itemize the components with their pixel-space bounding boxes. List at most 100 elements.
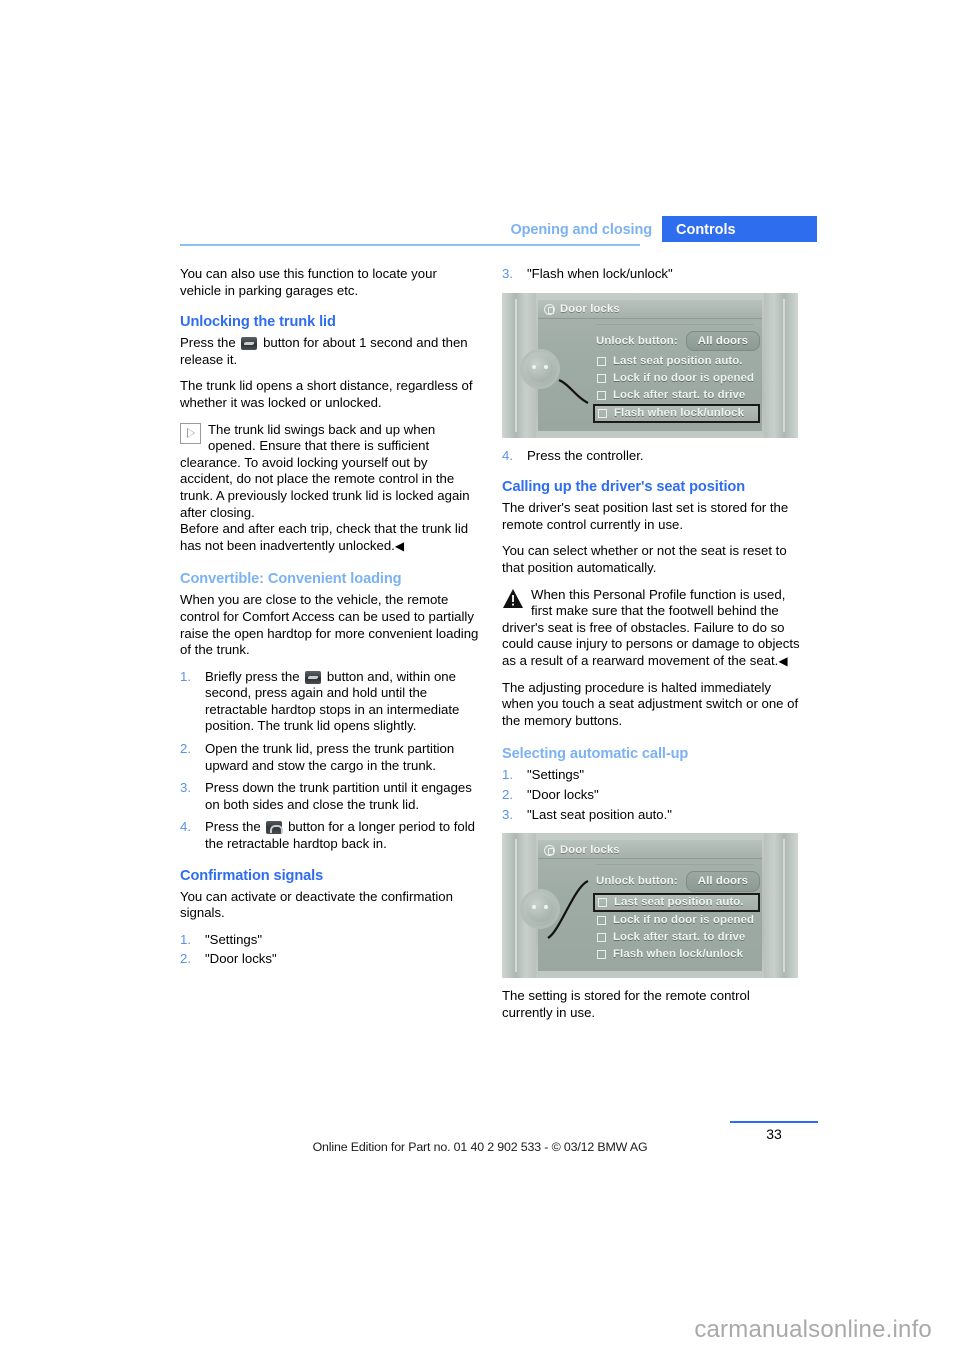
step-text: "Flash when lock/unlock" [527, 266, 673, 281]
unlock-button-row[interactable]: Unlock button: All doors [596, 871, 762, 892]
step-number: 4. [180, 819, 191, 835]
press-trunk-button-paragraph: Press the button for about 1 second and … [180, 335, 480, 368]
step-text-before: Press the [205, 819, 261, 835]
list-item: 2. "Door locks" [502, 787, 802, 804]
idrive-screenshot-door-locks-flash: Door locks Unlock button: All doors Last… [502, 292, 798, 438]
checkbox-icon[interactable] [598, 898, 607, 908]
door-lock-icon [544, 844, 555, 856]
trunk-button-icon [305, 670, 322, 684]
calling-paragraph-3: The adjusting procedure is halted immedi… [502, 679, 799, 728]
menu-divider [596, 864, 754, 866]
checkbox-icon[interactable] [597, 916, 606, 926]
menu-item-label: Flash when lock/unlock [614, 406, 745, 419]
checkbox-icon[interactable] [598, 408, 607, 418]
idrive-title: Door locks [560, 843, 620, 856]
hardtop-button-icon [266, 821, 283, 835]
idrive-controller-knob [518, 887, 562, 931]
note-block-trunk: The trunk lid swings back and up when op… [180, 422, 480, 555]
step-number: 2. [502, 786, 513, 802]
menu-item-flash-when-lock-unlock[interactable]: Flash when lock/unlock [596, 946, 762, 963]
step-text-after: Open the trunk lid, press the trunk part… [205, 741, 455, 773]
list-item: 3. "Flash when lock/unlock" [502, 266, 802, 283]
menu-item-label: Lock after start. to drive [613, 388, 746, 401]
idrive-screen: Door locks Unlock button: All doors Last… [538, 299, 762, 431]
menu-item-flash-when-lock-unlock[interactable]: Flash when lock/unlock [593, 403, 760, 423]
bezel-right [764, 292, 798, 438]
unlock-button-label: Unlock button: [596, 875, 678, 888]
warning-body: When this Personal Profile function is u… [502, 587, 802, 670]
heading-unlocking-trunk-lid: Unlocking the trunk lid [180, 314, 336, 331]
idrive-menu-list: Unlock button: All doors Last seat posit… [538, 862, 762, 971]
step-text: Press the controller. [527, 447, 644, 463]
checkbox-icon[interactable] [597, 373, 606, 383]
list-item: 3. Press down the trunk partition until … [180, 780, 480, 813]
note-icon [180, 422, 201, 444]
header-divider [180, 244, 640, 246]
heading-confirmation-signals: Confirmation signals [180, 867, 324, 884]
menu-item-lock-if-no-door-opened[interactable]: Lock if no door is opened [596, 370, 762, 387]
list-item: 1. "Settings" [502, 767, 802, 784]
step-text-after: Press down the trunk partition until it … [205, 780, 472, 812]
warning-text: When this Personal Profile function is u… [502, 586, 800, 668]
bezel-seam-left [515, 298, 517, 432]
idrive-title-bar: Door locks [538, 299, 762, 319]
warning-block-personal-profile: When this Personal Profile function is u… [502, 587, 802, 670]
checkbox-icon[interactable] [597, 356, 606, 366]
menu-item-label: Lock if no door is opened [613, 371, 755, 384]
note-body: The trunk lid swings back and up when op… [180, 422, 480, 555]
checkbox-icon[interactable] [597, 933, 606, 943]
list-item: 4. Press the controller. [502, 448, 802, 465]
menu-item-label: Flash when lock/unlock [613, 948, 744, 961]
confirmation-intro-paragraph: You can activate or deactivate the confi… [180, 888, 453, 921]
heading-convertible-convenient-loading: Convertible: Convenient loading [180, 571, 402, 588]
idrive-title-bar: Door locks [538, 840, 762, 860]
page-header: Opening and closing Controls [180, 216, 817, 246]
calling-paragraph-2: You can select whether or not the seat i… [502, 543, 787, 575]
unlock-button-value[interactable]: All doors [685, 871, 761, 892]
note-text: The trunk lid swings back and up when op… [180, 421, 470, 520]
list-item: 2. Open the trunk lid, press the trunk p… [180, 741, 480, 774]
step-text: "Door locks" [205, 951, 277, 967]
idrive-title: Door locks [560, 303, 620, 316]
step-number: 3. [180, 780, 191, 796]
menu-item-last-seat-position[interactable]: Last seat position auto. [593, 893, 760, 913]
press-button-prefix: Press the [180, 335, 236, 351]
menu-item-lock-after-start[interactable]: Lock after start. to drive [596, 929, 762, 946]
step-text: "Last seat position auto." [527, 806, 672, 822]
selecting-steps-list: 1. "Settings" 2. "Door locks" 3. "Last s… [502, 767, 802, 823]
bezel-seam-right [783, 839, 785, 973]
list-item: 3. "Last seat position auto." [502, 807, 802, 824]
step-number: 3. [502, 806, 513, 822]
menu-item-last-seat-position[interactable]: Last seat position auto. [596, 353, 762, 370]
step-number: 1. [502, 767, 513, 783]
list-item: 2. "Door locks" [180, 951, 480, 968]
step-text: "Settings" [527, 767, 585, 783]
convertible-steps-list: 1. Briefly press the button and, within … [180, 669, 480, 853]
step-text: "Door locks" [527, 786, 599, 802]
checkbox-icon[interactable] [597, 390, 606, 400]
menu-item-label: Lock if no door is opened [613, 914, 755, 927]
step-text: "Settings" [205, 931, 263, 947]
menu-divider [596, 323, 754, 325]
convertible-intro-paragraph: When you are close to the vehicle, the r… [180, 592, 479, 658]
calling-paragraph-1: The driver's seat position last set is s… [502, 500, 789, 532]
step-number: 3. [502, 266, 513, 281]
note-end-mark: ◀ [394, 538, 405, 553]
section-tab: Controls [662, 216, 817, 242]
chapter-title: Opening and closing [510, 222, 653, 238]
heading-selecting-automatic-call-up: Selecting automatic call-up [502, 746, 689, 763]
menu-item-label: Last seat position auto. [613, 354, 743, 367]
heading-calling-up-drivers-seat-position: Calling up the driver's seat position [502, 479, 746, 496]
note-text-2: Before and after each trip, check that t… [180, 521, 469, 553]
menu-item-lock-after-start[interactable]: Lock after start. to drive [596, 387, 762, 404]
unlock-button-row[interactable]: Unlock button: All doors [596, 330, 762, 352]
list-item: 4. Press the button for a longer period … [180, 819, 480, 852]
page-number-rule [730, 1121, 818, 1123]
closing-paragraph: The setting is stored for the remote con… [502, 988, 750, 1020]
menu-item-lock-if-no-door-opened[interactable]: Lock if no door is opened [596, 912, 762, 929]
step-number: 1. [180, 931, 191, 947]
unlock-button-value[interactable]: All doors [685, 330, 761, 352]
idrive-screen: Door locks Unlock button: All doors Last… [538, 840, 762, 972]
checkbox-icon[interactable] [597, 950, 606, 960]
menu-item-label: Lock after start. to drive [613, 931, 746, 944]
